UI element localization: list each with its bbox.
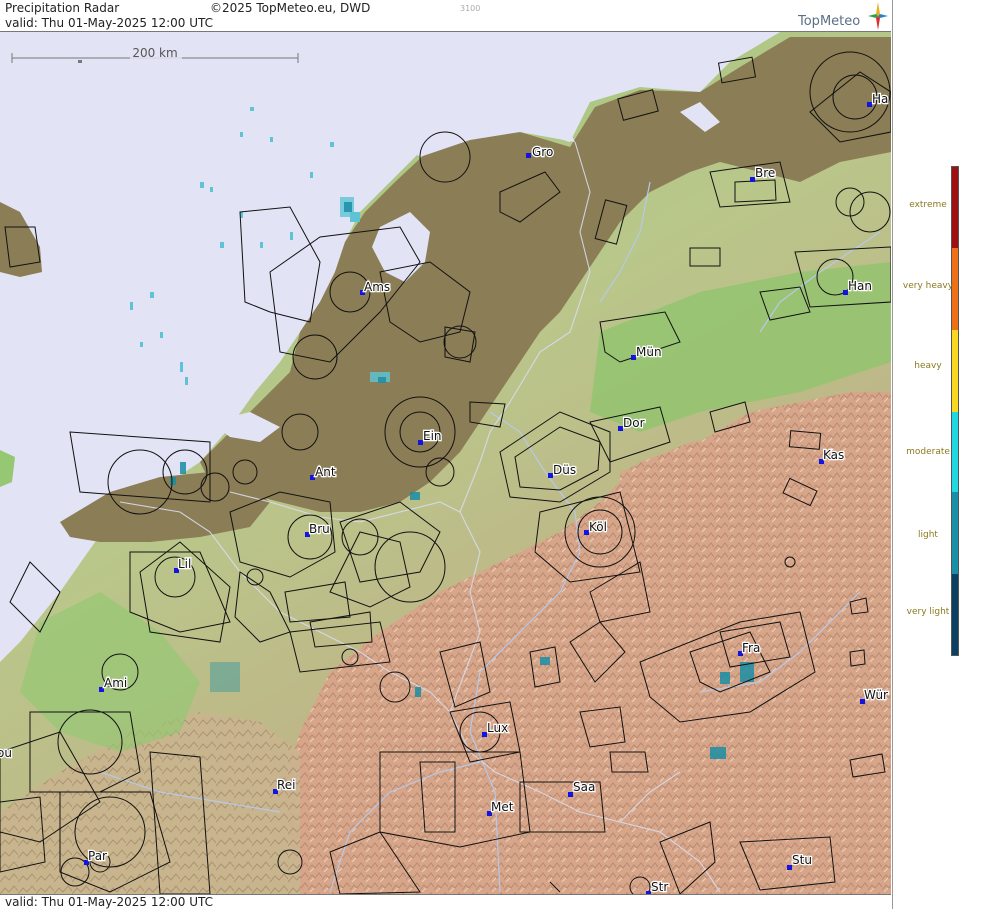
svg-text:Wür: Wür — [864, 688, 888, 702]
map-canvas: 200 km Gro Bre Ha Ams Han Mün Ein Dor Ka… — [0, 32, 891, 894]
svg-text:Düs: Düs — [553, 463, 576, 477]
legend-label-light: light — [918, 530, 938, 540]
legend-label-extreme: extreme — [909, 200, 947, 210]
svg-text:Stu: Stu — [792, 853, 812, 867]
footer-valid-time: valid: Thu 01-May-2025 12:00 UTC — [5, 895, 214, 909]
svg-text:Fra: Fra — [742, 641, 760, 655]
svg-text:Han: Han — [848, 279, 872, 293]
footer-bar: valid: Thu 01-May-2025 12:00 UTC — [0, 894, 891, 909]
svg-text:ou: ou — [0, 746, 12, 760]
svg-text:Bru: Bru — [309, 522, 330, 536]
compass-logo-icon — [868, 2, 888, 30]
city-wuerzburg[interactable]: Wür — [860, 687, 889, 704]
svg-text:Ant: Ant — [315, 465, 336, 479]
radar-map[interactable]: 200 km Gro Bre Ha Ams Han Mün Ein Dor Ka… — [0, 32, 891, 894]
scale-bar-label: 200 km — [132, 46, 177, 60]
legend-label-very-light: very light — [906, 607, 950, 617]
svg-text:Köl: Köl — [589, 520, 607, 534]
svg-text:Dor: Dor — [623, 416, 645, 430]
precipitation-legend: extreme very heavy heavy moderate light … — [892, 0, 983, 909]
city-metz[interactable]: Met — [487, 799, 515, 816]
svg-text:Met: Met — [491, 800, 514, 814]
city-frankfurt[interactable]: Fra — [738, 640, 762, 656]
svg-text:Lux: Lux — [487, 721, 508, 735]
brand-name: TopMeteo — [798, 14, 861, 29]
svg-text:Mün: Mün — [636, 345, 662, 359]
city-reims[interactable]: Rei — [273, 777, 297, 794]
city-paris[interactable]: Par — [84, 848, 108, 865]
svg-text:Ami: Ami — [104, 676, 127, 690]
city-amsterdam[interactable]: Ams — [360, 279, 391, 295]
svg-text:Gro: Gro — [532, 145, 553, 159]
svg-text:Ams: Ams — [364, 280, 390, 294]
header-bar: Precipitation Radar ©2025 TopMeteo.eu, D… — [0, 0, 891, 32]
city-hannover[interactable]: Han — [843, 278, 873, 295]
svg-text:Ha: Ha — [872, 92, 888, 106]
copyright-text: ©2025 TopMeteo.eu, DWD — [210, 1, 371, 15]
svg-text:Lil: Lil — [178, 557, 191, 571]
city-muenster[interactable]: Mün — [631, 344, 663, 360]
city-brussels[interactable]: Bru — [305, 521, 331, 537]
svg-text:Ein: Ein — [423, 429, 442, 443]
valid-time: valid: Thu 01-May-2025 12:00 UTC — [5, 16, 214, 30]
svg-text:Saa: Saa — [573, 780, 595, 794]
map-code: 3100 — [460, 4, 481, 13]
legend-label-moderate: moderate — [906, 447, 950, 457]
svg-text:Kas: Kas — [823, 448, 844, 462]
legend-label-heavy: heavy — [914, 361, 942, 371]
svg-text:Rei: Rei — [277, 778, 296, 792]
city-duesseldorf[interactable]: Düs — [548, 462, 577, 478]
svg-text:Str: Str — [651, 880, 668, 894]
map-title: Precipitation Radar — [5, 1, 120, 15]
legend-bar-frame — [951, 166, 959, 656]
city-amiens[interactable]: Ami — [99, 675, 128, 692]
svg-text:Bre: Bre — [755, 166, 775, 180]
city-rouen[interactable]: ou — [0, 745, 13, 762]
legend-label-very-heavy: very heavy — [902, 281, 954, 291]
city-kassel[interactable]: Kas — [819, 447, 846, 464]
svg-text:Par: Par — [88, 849, 107, 863]
